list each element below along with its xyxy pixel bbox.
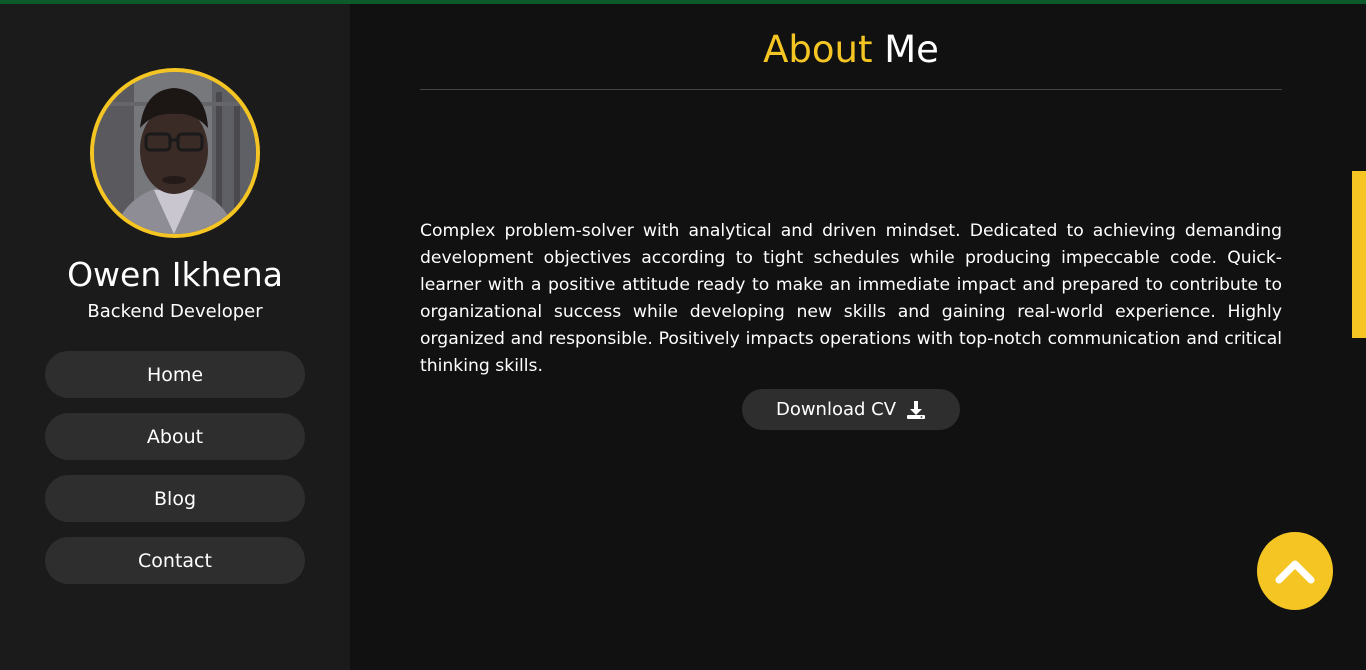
profile-role: Backend Developer [87,301,263,322]
scrollbar-thumb[interactable] [1352,171,1366,338]
profile-name: Owen Ikhena [67,255,283,294]
nav-item-about[interactable]: About [45,413,305,460]
main-content: About Me Complex problem-solver with ana… [350,4,1352,670]
page-title-rest: Me [884,28,939,71]
avatar [90,68,260,238]
avatar-photo [94,72,256,234]
nav-item-home[interactable]: Home [45,351,305,398]
back-to-top-button[interactable] [1257,532,1333,610]
nav-item-blog[interactable]: Blog [45,475,305,522]
title-divider [420,89,1282,90]
page-title: About Me [350,28,1352,71]
page-title-accent: About [763,28,873,71]
sidebar: Owen Ikhena Backend Developer Home About… [0,4,350,670]
about-bio: Complex problem-solver with analytical a… [420,221,1282,376]
nav-item-contact[interactable]: Contact [45,537,305,584]
chevron-up-icon [1275,560,1315,584]
download-icon [907,400,926,419]
download-cv-button[interactable]: Download CV [742,389,960,430]
download-cv-label: Download CV [775,399,897,420]
